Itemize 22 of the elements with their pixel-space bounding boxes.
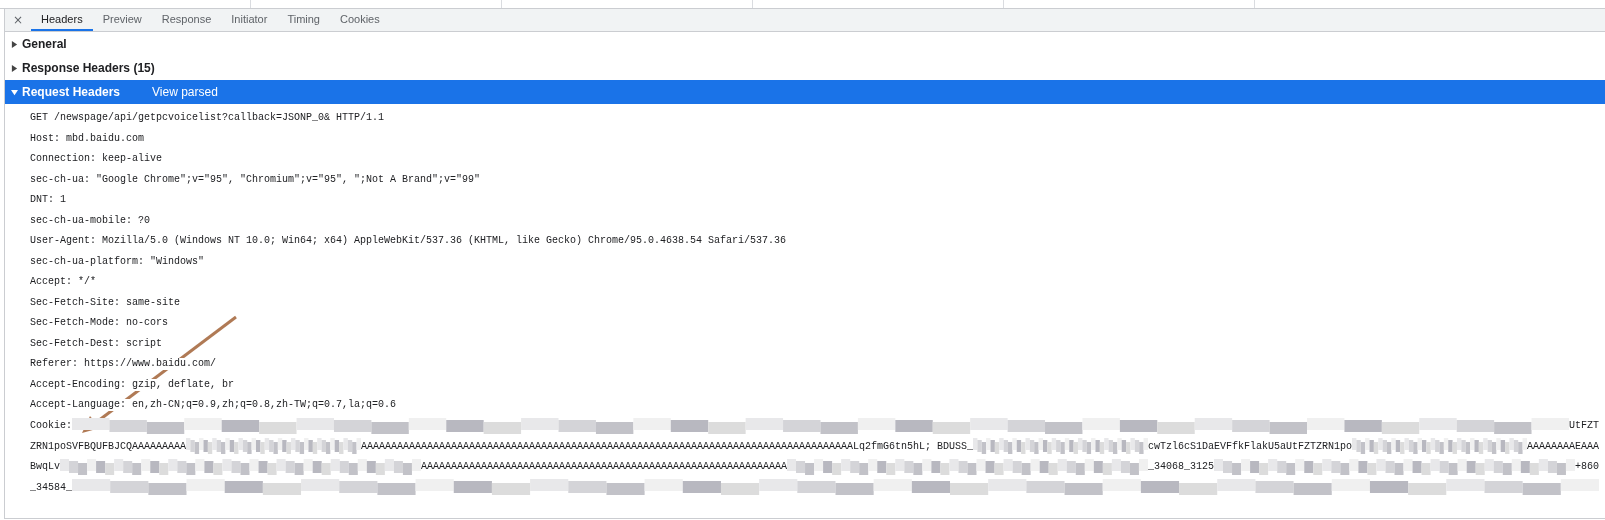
cookie-text: UtFZT <box>1569 420 1599 431</box>
cookie-text: AAAAAAAAEAAA <box>1527 440 1599 452</box>
tab[interactable]: Initiator <box>221 9 278 31</box>
cookie-text: AAAAAAAAAAAAAAAAAAAAAAAAAAAAAAAAAAAAAAAAAAAAAAAAAAAAAAAAAAAAAAAAAAAAAAAAAAAAAAAAAALq2fmG6tn5hL; BDUSS_ <box>360 440 974 452</box>
section-title: Response Headers (15) <box>22 61 155 75</box>
view-parsed-link[interactable]: View parsed <box>152 85 218 99</box>
section-title: Request Headers <box>22 85 121 99</box>
tab[interactable]: Timing <box>277 9 330 31</box>
cookie-text: ZRN1poSVFBQUFBJCQAAAAAAAAA <box>30 440 187 452</box>
cookie-text: _34068_3125 <box>1148 461 1215 472</box>
cookie-text: BwqLv <box>30 461 60 472</box>
cookie-text: AAAAAAAAAAAAAAAAAAAAAAAAAAAAAAAAAAAAAAAAAAAAAAAAAAAAAAAAAAAAA <box>421 461 788 472</box>
tab[interactable]: Cookies <box>330 9 390 31</box>
cookie-text: Cookie: <box>30 420 72 431</box>
tab[interactable]: Response <box>151 9 222 31</box>
cookie-text: _34584_ <box>30 481 72 493</box>
section-header[interactable]: Request Headers View parsed <box>5 80 1605 104</box>
tab[interactable]: Preview <box>92 9 152 31</box>
cookie-text: +860 <box>1575 461 1599 472</box>
close-button[interactable]: × <box>5 9 32 31</box>
cookie-text: cwTzl6cS1DaEVFfkFlakU5aUtFZTZRN1po <box>1148 440 1353 452</box>
section-title: General <box>22 37 67 51</box>
